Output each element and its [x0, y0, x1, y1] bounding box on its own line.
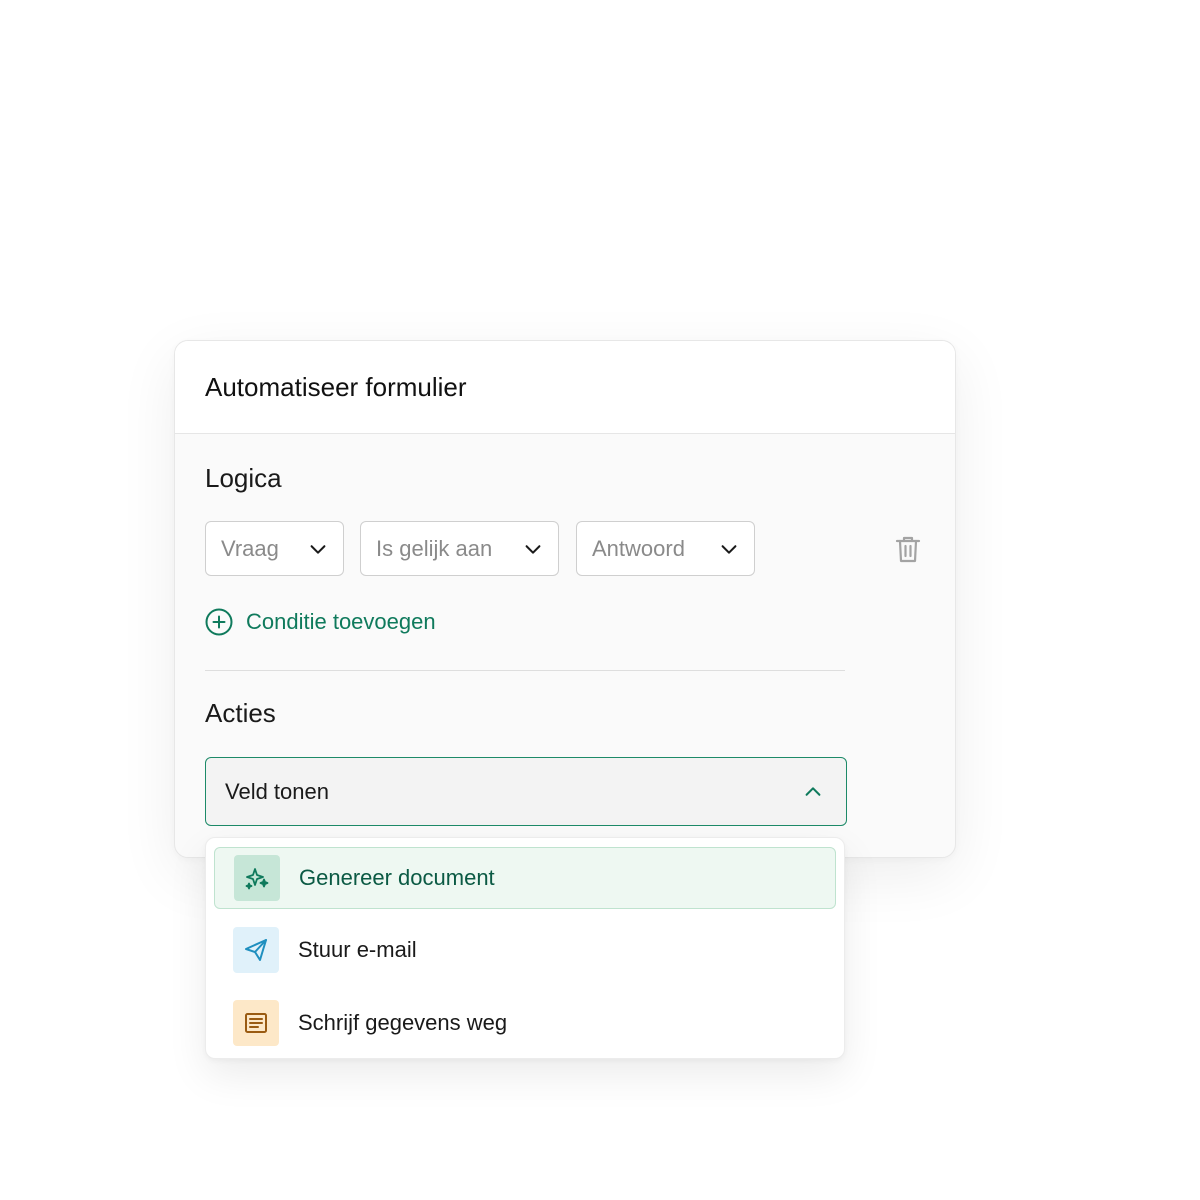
- stage: Automatiseer formulier Logica Vraag Is g…: [0, 0, 1200, 1200]
- action-select-value: Veld tonen: [225, 778, 329, 804]
- plus-circle-icon: [205, 608, 233, 636]
- option-send-email[interactable]: Stuur e-mail: [214, 919, 836, 981]
- logic-section-title: Logica: [205, 463, 282, 493]
- answer-select-label: Antwoord: [592, 535, 685, 561]
- action-dropdown-menu: Genereer document Stuur e-mail Schrijf g…: [205, 837, 845, 1059]
- chevron-down-icon: [721, 544, 737, 554]
- trash-icon[interactable]: [895, 535, 921, 563]
- option-label: Stuur e-mail: [298, 937, 417, 962]
- option-label: Schrijf gegevens weg: [298, 1010, 508, 1035]
- chevron-up-icon: [805, 786, 821, 796]
- option-generate-document[interactable]: Genereer document: [214, 847, 836, 909]
- action-select[interactable]: Veld tonen: [205, 757, 847, 826]
- question-select-label: Vraag: [221, 535, 279, 561]
- sparkles-icon: [234, 855, 280, 901]
- answer-select[interactable]: Antwoord: [576, 521, 755, 576]
- option-write-data[interactable]: Schrijf gegevens weg: [214, 992, 836, 1054]
- add-condition-label: Conditie toevoegen: [246, 609, 436, 634]
- actions-section-title: Acties: [205, 698, 276, 728]
- operator-select-label: Is gelijk aan: [376, 535, 493, 561]
- card-title: Automatiseer formulier: [205, 371, 467, 402]
- option-label: Genereer document: [299, 865, 495, 890]
- question-select[interactable]: Vraag: [205, 521, 344, 576]
- send-icon: [233, 927, 279, 973]
- operator-select[interactable]: Is gelijk aan: [360, 521, 559, 576]
- chevron-down-icon: [525, 544, 541, 554]
- document-lines-icon: [233, 1000, 279, 1046]
- section-divider: [205, 670, 845, 671]
- chevron-down-icon: [310, 544, 326, 554]
- automation-card: Automatiseer formulier Logica Vraag Is g…: [174, 340, 956, 858]
- add-condition-button[interactable]: Conditie toevoegen: [205, 608, 436, 636]
- card-header: Automatiseer formulier: [175, 341, 955, 434]
